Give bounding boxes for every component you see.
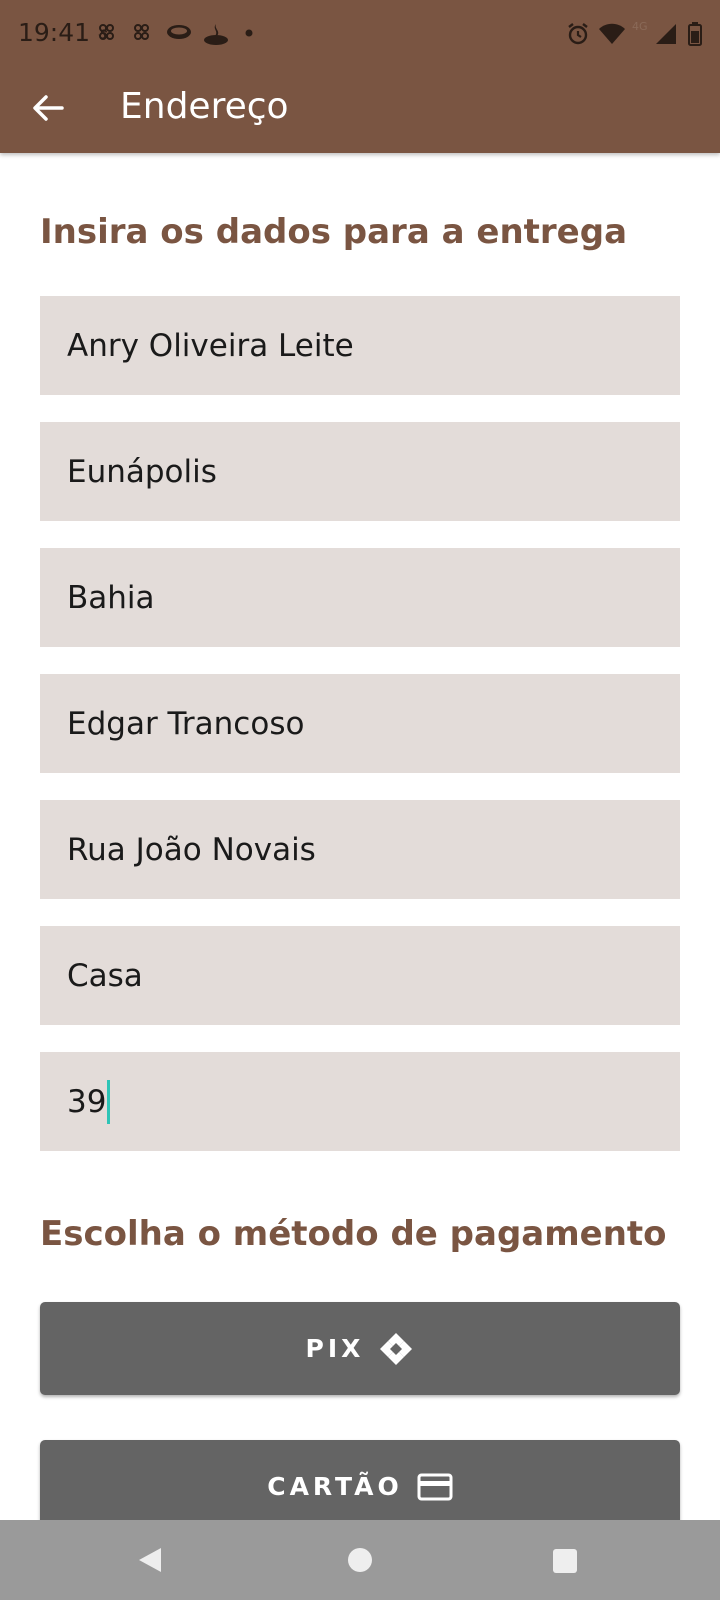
text-cursor	[107, 1079, 111, 1124]
alarm-icon	[568, 23, 588, 45]
signal-icon	[656, 24, 676, 44]
system-nav-bar	[0, 1520, 720, 1600]
number-field[interactable]: 39	[40, 1052, 680, 1151]
state-field[interactable]: Bahia	[40, 548, 680, 647]
city-field-value: Eunápolis	[67, 453, 217, 490]
app-notification-icon	[134, 24, 149, 40]
battery-icon	[688, 22, 702, 46]
neighborhood-field[interactable]: Edgar Trancoso	[40, 674, 680, 773]
card-button-label: CARTÃO	[267, 1472, 403, 1501]
complement-field[interactable]: Casa	[40, 926, 680, 1025]
status-time: 19:41	[18, 18, 91, 47]
network-type-label: 4G	[632, 20, 648, 33]
street-field-value: Rua João Novais	[67, 831, 316, 868]
back-arrow-icon[interactable]	[28, 88, 68, 128]
name-field-value: Anry Oliveira Leite	[67, 327, 354, 364]
complement-field-value: Casa	[67, 957, 143, 994]
city-field[interactable]: Eunápolis	[40, 422, 680, 521]
recents-square-icon[interactable]	[552, 1548, 578, 1574]
app-bar: 19:41 ઙ 4G Endereço	[0, 0, 720, 153]
street-field[interactable]: Rua João Novais	[40, 800, 680, 899]
home-circle-icon[interactable]	[347, 1547, 373, 1573]
wifi-icon	[599, 23, 625, 44]
credit-card-icon	[417, 1473, 453, 1500]
app-notification-icon: ઙ	[98, 24, 114, 42]
state-field-value: Bahia	[67, 579, 155, 616]
pix-button-label: PIX	[305, 1334, 365, 1363]
pix-button[interactable]: PIX	[40, 1302, 680, 1395]
coffee-icon	[167, 25, 191, 39]
back-triangle-icon[interactable]	[137, 1547, 163, 1573]
status-bar: 19:41 ઙ 4G	[0, 0, 720, 70]
delivery-heading: Insira os dados para a entrega	[40, 212, 628, 252]
dot-icon	[245, 29, 253, 37]
pix-icon	[380, 1332, 413, 1365]
name-field[interactable]: Anry Oliveira Leite	[40, 296, 680, 395]
page-title: Endereço	[120, 86, 289, 127]
payment-heading: Escolha o método de pagamento	[40, 1214, 667, 1254]
neighborhood-field-value: Edgar Trancoso	[67, 705, 305, 742]
santander-icon	[204, 24, 228, 45]
number-field-value: 39	[67, 1083, 107, 1120]
